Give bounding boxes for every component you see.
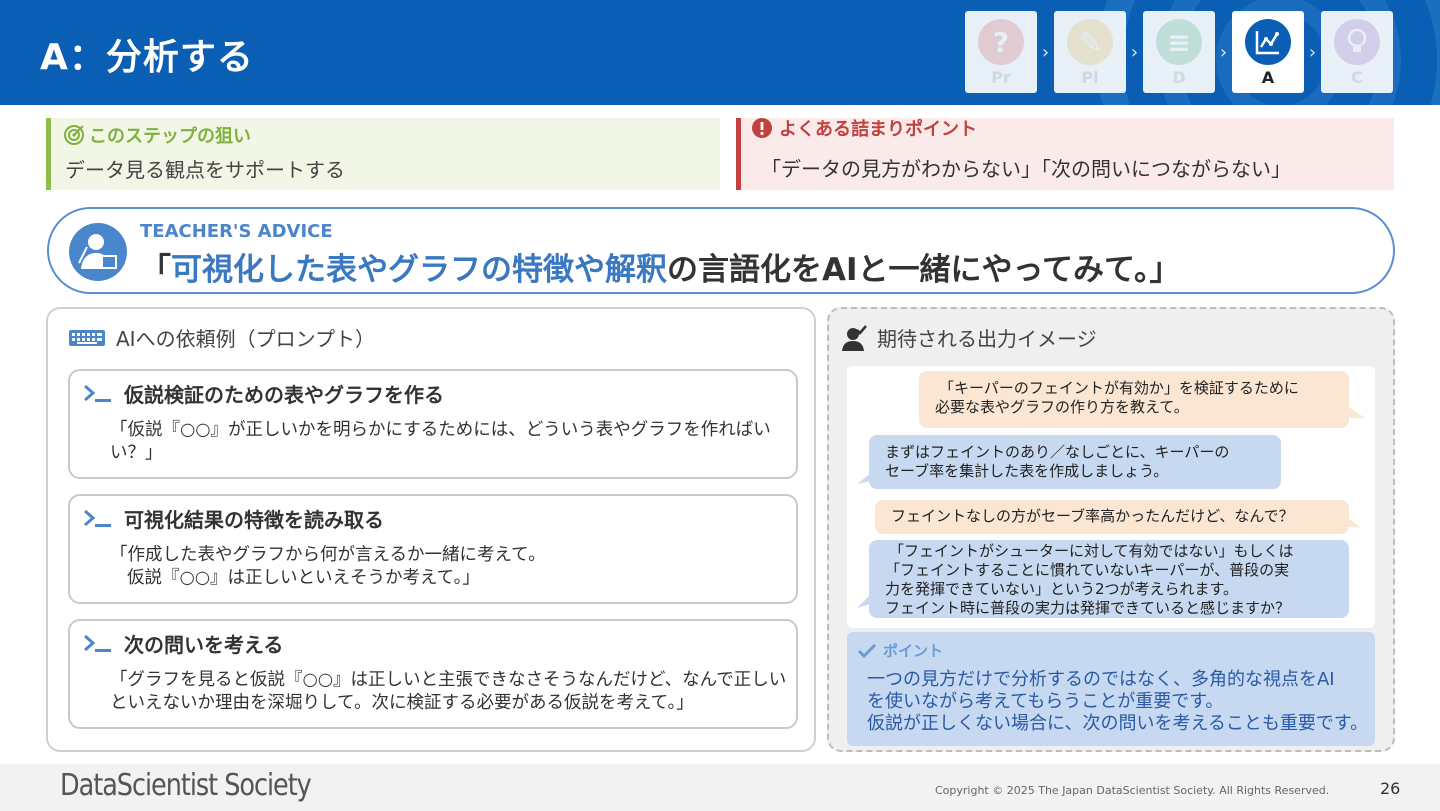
prompt-card-title: 可視化結果の特徴を読み取る bbox=[82, 504, 384, 533]
chat-bubble-ai: まずはフェイントのあり／なしごとに、キーパーの セーブ率を集計した表を作成しまし… bbox=[869, 435, 1281, 489]
point-tag-text: ポイント bbox=[883, 642, 944, 660]
point-line: 一つの見方だけで分析するのではなく、多角的な視点をAI bbox=[867, 669, 1335, 690]
chat-bubble-user: 「キーパーのフェイントが有効か」を検証するために 必要な表やグラフの作り方を教え… bbox=[919, 371, 1349, 428]
chat-example: 「キーパーのフェイントが有効か」を検証するために 必要な表やグラフの作り方を教え… bbox=[847, 366, 1375, 628]
prompt-card-body: 「仮説『○○』が正しいかを明らかにするためには、どういう表やグラフを作ればいい？… bbox=[110, 420, 771, 463]
step-c[interactable]: C bbox=[1321, 11, 1393, 93]
stuck-heading: よくある詰まりポイント bbox=[751, 115, 977, 141]
advice-quote: 「可視化した表やグラフの特徴や解釈の言語化をAIと一緒にやってみて。」 bbox=[140, 244, 1181, 289]
page-title: A：分析する bbox=[40, 37, 254, 78]
chat-line: フェイント時に普段の実力は発揮できていると感じますか？ bbox=[885, 599, 1291, 617]
step-label: Pl bbox=[1081, 68, 1099, 87]
aim-heading-text: このステップの狙い bbox=[89, 126, 251, 147]
quote-open: 「 bbox=[140, 252, 171, 288]
step-pr[interactable]: ? Pr bbox=[965, 11, 1037, 93]
quote-rest: の言語化をAIと一緒にやってみて。」 bbox=[667, 252, 1181, 288]
prompt-card: 仮説検証のための表やグラフを作る 「仮説『○○』が正しいかを明らかにするためには… bbox=[68, 369, 798, 479]
point-tag: ポイント bbox=[857, 640, 943, 661]
brand-logo: DataScientist Society bbox=[60, 768, 312, 803]
prompt-card-title: 仮説検証のための表やグラフを作る bbox=[82, 379, 444, 408]
slide-header: A：分析する ? Pr › ✎ Pl › ≡ D › A › C bbox=[0, 0, 1440, 105]
point-line: 仮説が正しくない場合に、次の問いを考えることも重要です。 bbox=[867, 713, 1369, 734]
prompt-panel-heading: AIへの依頼例（プロンプト） bbox=[68, 323, 375, 352]
copyright-text: Copyright © 2025 The Japan DataScientist… bbox=[935, 784, 1330, 797]
chat-line: 「フェイントすることに慣れていないキーパーが、普段の実 bbox=[885, 561, 1290, 579]
terminal-prompt-icon bbox=[84, 384, 111, 402]
step-label: C bbox=[1351, 68, 1363, 87]
key-point-box: ポイント 一つの見方だけで分析するのではなく、多角的な視点をAI を使いながら考… bbox=[847, 632, 1375, 746]
prompt-card-body: 「作成した表やグラフから何が言えるか一緒に考えて。 仮説『○○』は正しいといえそ… bbox=[110, 544, 790, 590]
teacher-advice-banner: TEACHER'S ADVICE 「可視化した表やグラフの特徴や解釈の言語化をA… bbox=[47, 207, 1395, 294]
chevron-right-icon: › bbox=[1219, 41, 1228, 63]
prompt-panel-heading-text: AIへの依頼例（プロンプト） bbox=[116, 327, 375, 351]
chat-line: 「フェイントがシューターに対して有効ではない」もしくは bbox=[889, 542, 1294, 560]
prompt-card: 次の問いを考える 「グラフを見ると仮説『○○』は正しいと主張できなさそうなんだけ… bbox=[68, 619, 798, 729]
prompt-card-body: 「グラフを見ると仮説『○○』は正しいと主張できなさそうなんだけど、なんで正しいと… bbox=[110, 670, 787, 713]
chat-line: 力を発揮できていない」という2つが考えられます。 bbox=[885, 580, 1239, 598]
expected-output-panel: 期待される出力イメージ 「キーパーのフェイントが有効か」を検証するために 必要な… bbox=[827, 307, 1395, 752]
chat-line: フェイントなしの方がセーブ率高かったんだけど、なんで？ bbox=[891, 507, 1294, 525]
chat-line: 必要な表やグラフの作り方を教えて。 bbox=[935, 398, 1189, 416]
checkmark-icon bbox=[857, 643, 877, 658]
user-check-icon bbox=[842, 324, 867, 351]
process-steps: ? Pr › ✎ Pl › ≡ D › A › C bbox=[965, 11, 1393, 93]
page-number: 26 bbox=[1380, 779, 1401, 798]
prompt-card-line: 仮説『○○』は正しいといえそうか考えて。」 bbox=[127, 568, 480, 588]
aim-body: データ見る観点をサポートする bbox=[65, 158, 345, 182]
step-d[interactable]: ≡ D bbox=[1143, 11, 1215, 93]
step-aim-box: このステップの狙い データ見る観点をサポートする bbox=[46, 118, 720, 190]
prompt-card-title-text: 次の問いを考える bbox=[124, 633, 284, 657]
step-pl[interactable]: ✎ Pl bbox=[1054, 11, 1126, 93]
question-icon: ? bbox=[978, 19, 1024, 65]
step-label: Pr bbox=[991, 68, 1011, 87]
chevron-right-icon: › bbox=[1130, 41, 1139, 63]
chevron-right-icon: › bbox=[1041, 41, 1050, 63]
slide-footer: DataScientist Society Copyright © 2025 T… bbox=[0, 764, 1440, 811]
step-a[interactable]: A bbox=[1232, 11, 1304, 93]
stuck-heading-text: よくある詰まりポイント bbox=[779, 119, 977, 140]
prompt-card-line: 「作成した表やグラフから何が言えるか一緒に考えて。 bbox=[110, 545, 546, 565]
point-line: を使いながら考えてもらうことが重要です。 bbox=[867, 691, 1224, 712]
chevron-right-icon: › bbox=[1308, 41, 1317, 63]
prompt-card-title-text: 仮説検証のための表やグラフを作る bbox=[124, 383, 444, 407]
clipboard-icon: ✎ bbox=[1067, 19, 1113, 65]
advice-tag: TEACHER'S ADVICE bbox=[140, 221, 333, 242]
terminal-prompt-icon bbox=[84, 509, 111, 527]
database-icon: ≡ bbox=[1156, 19, 1202, 65]
alert-icon bbox=[752, 118, 772, 138]
chat-bubble-user: フェイントなしの方がセーブ率高かったんだけど、なんで？ bbox=[875, 500, 1349, 534]
target-icon bbox=[64, 125, 84, 145]
prompt-card: 可視化結果の特徴を読み取る 「作成した表やグラフから何が言えるか一緒に考えて。 … bbox=[68, 494, 798, 604]
point-body: 一つの見方だけで分析するのではなく、多角的な視点をAI を使いながら考えてもらう… bbox=[867, 669, 1368, 735]
lightbulb-icon bbox=[1334, 19, 1380, 65]
quote-highlight: 可視化した表やグラフの特徴や解釈 bbox=[171, 252, 667, 288]
chat-line: まずはフェイントのあり／なしごとに、キーパーの bbox=[885, 443, 1230, 461]
step-label: D bbox=[1172, 68, 1186, 87]
teacher-avatar-icon bbox=[69, 223, 127, 281]
chat-line: 「キーパーのフェイントが有効か」を検証するために bbox=[939, 379, 1299, 397]
chat-line: セーブ率を集計した表を作成しましょう。 bbox=[885, 462, 1169, 480]
chat-bubble-ai: 「フェイントがシューターに対して有効ではない」もしくは 「フェイントすることに慣… bbox=[869, 540, 1349, 618]
prompt-card-title-text: 可視化結果の特徴を読み取る bbox=[124, 508, 384, 532]
prompt-card-title: 次の問いを考える bbox=[82, 629, 283, 658]
stuck-point-box: よくある詰まりポイント 「データの見方がわからない」「次の問いにつながらない」 bbox=[736, 118, 1394, 190]
chart-icon bbox=[1245, 19, 1291, 65]
aim-heading: このステップの狙い bbox=[63, 122, 251, 148]
keyboard-icon bbox=[69, 329, 105, 346]
prompt-examples-panel: AIへの依頼例（プロンプト） 仮説検証のための表やグラフを作る 「仮説『○○』が… bbox=[46, 307, 816, 752]
output-panel-heading: 期待される出力イメージ bbox=[841, 323, 1097, 352]
step-label: A bbox=[1261, 68, 1275, 87]
stuck-body: 「データの見方がわからない」「次の問いにつながらない」 bbox=[761, 157, 1291, 181]
output-panel-heading-text: 期待される出力イメージ bbox=[877, 327, 1097, 351]
terminal-prompt-icon bbox=[84, 634, 111, 652]
